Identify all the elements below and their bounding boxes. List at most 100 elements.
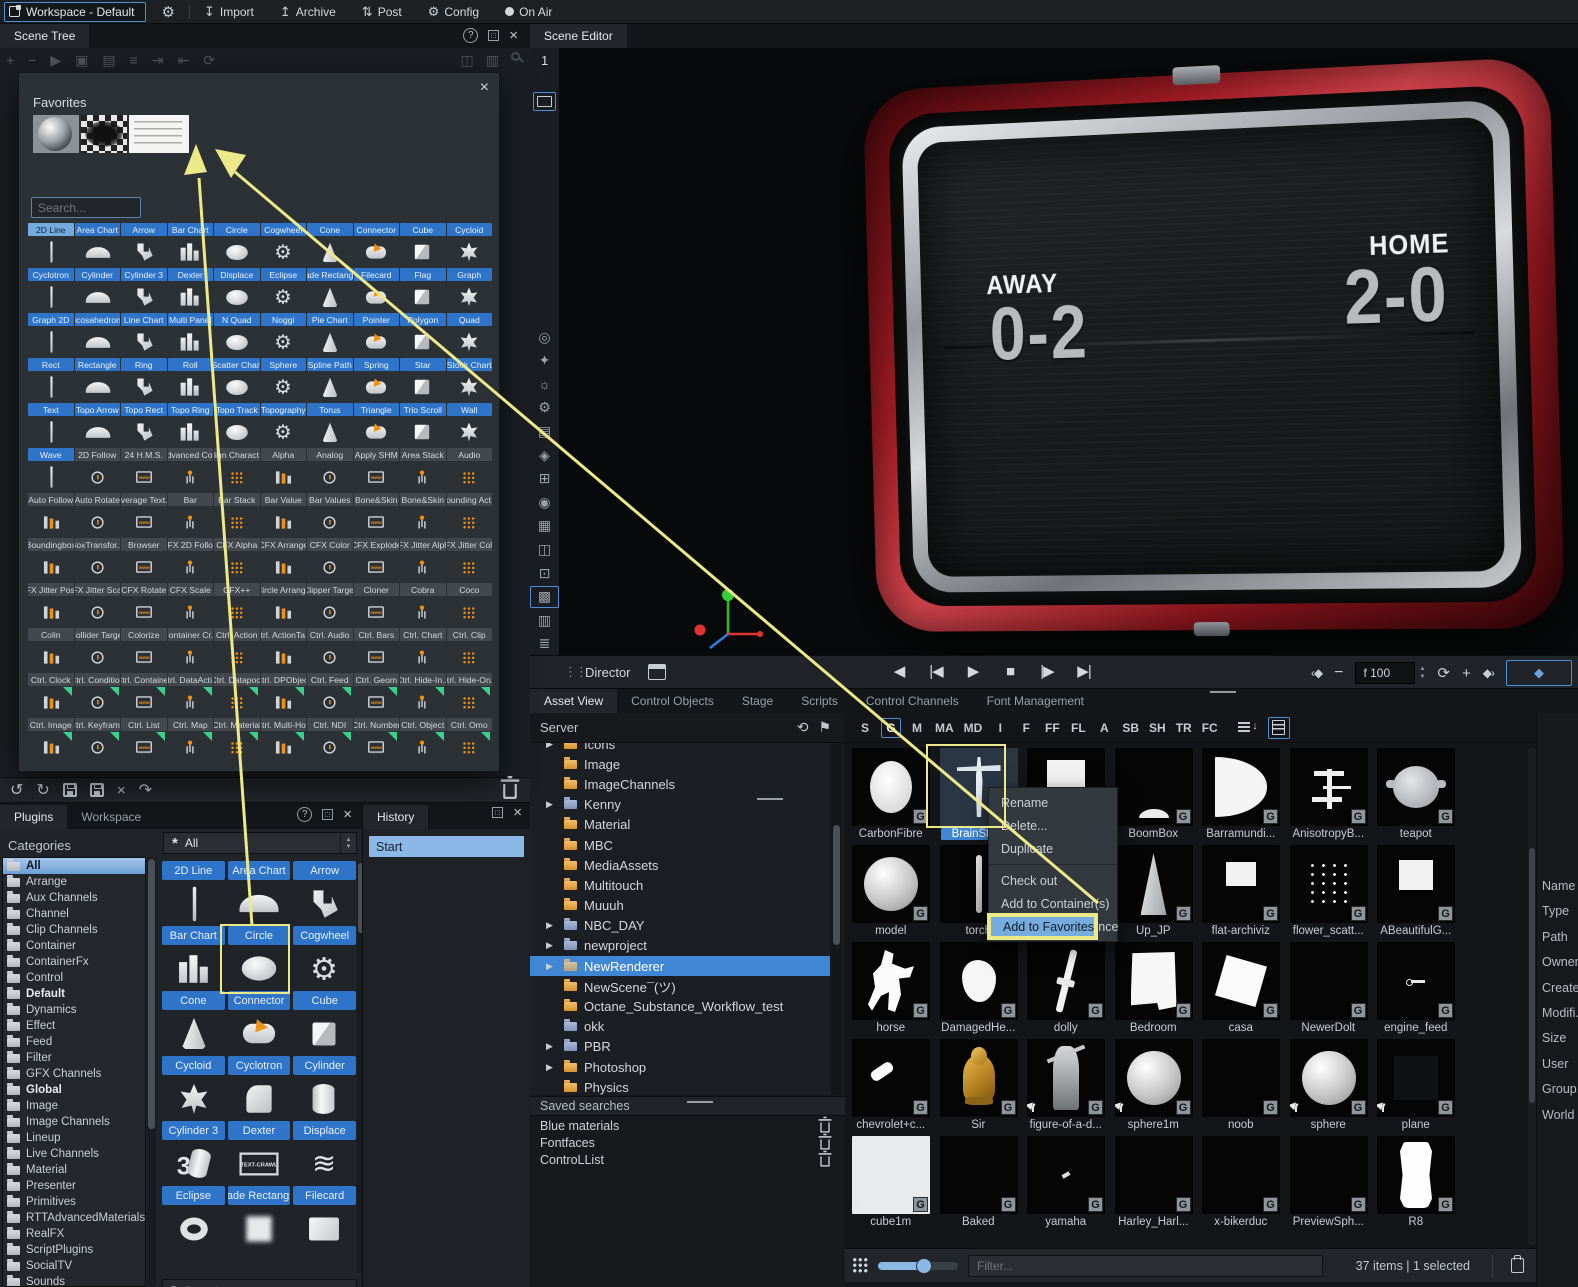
sort-icon[interactable] <box>1238 722 1254 734</box>
help-icon[interactable]: ? <box>297 807 312 822</box>
expand-arrow-icon[interactable]: ▶ <box>546 940 553 951</box>
plugin-icon-boundingbox[interactable] <box>28 552 74 582</box>
window-icon[interactable]: ◫ <box>530 538 559 560</box>
tab-scene-tree[interactable]: Scene Tree <box>0 24 89 48</box>
tab-control-channels[interactable]: Control Channels <box>852 689 973 713</box>
asset-thumbnail[interactable]: G <box>1290 748 1368 826</box>
tab-history[interactable]: History <box>363 805 428 829</box>
plugin-icon-cfx-explode[interactable] <box>353 552 399 582</box>
tab-workspace[interactable]: Workspace <box>67 805 155 829</box>
plugin-chip-cycloid[interactable]: Cycloid <box>162 1056 225 1075</box>
plugin-icon-torus[interactable] <box>306 417 352 447</box>
plugin-chip-cfx-alpha[interactable]: CFX Alpha <box>214 538 260 551</box>
plugin-icon-spring[interactable] <box>353 372 399 402</box>
plugin-chip-cogwheel[interactable]: Cogwheel <box>293 926 356 945</box>
tree-folder-multitouch[interactable]: Multitouch <box>530 875 830 895</box>
asset-figure-of-a-d[interactable]: Gfigure-of-a-d... <box>1022 1039 1110 1136</box>
save-icon[interactable] <box>63 783 77 797</box>
plugin-chip-graph-2d[interactable]: Graph 2D <box>28 313 74 326</box>
category-item-channel[interactable]: Channel <box>3 906 145 922</box>
plugin-chip-browser[interactable]: Browser <box>121 538 167 551</box>
asset-thumbnail[interactable]: G <box>1027 1136 1105 1214</box>
plugin-chip-clipper-target[interactable]: Clipper Target <box>307 583 353 596</box>
plugin-chip-bar-value[interactable]: Bar Value <box>261 493 307 506</box>
workspace-selector-button[interactable]: Workspace - Default <box>4 2 146 22</box>
asset-thumbnail[interactable]: G <box>1202 1039 1280 1117</box>
tab-asset-view[interactable]: Asset View <box>530 689 617 713</box>
filter-letter-fc[interactable]: FC <box>1200 718 1220 738</box>
category-item-effect[interactable]: Effect <box>3 1018 145 1034</box>
expand-arrow-icon[interactable]: ▶ <box>546 1062 553 1073</box>
close-icon[interactable]: × <box>343 809 352 820</box>
plugin-chip-dexter[interactable]: Dexter <box>228 1121 291 1140</box>
plugin-chip-n-quad[interactable]: N Quad <box>214 313 260 326</box>
plugin-icon-cloner[interactable] <box>353 597 399 627</box>
history-item-start[interactable]: Start <box>369 836 524 857</box>
close-icon[interactable]: × <box>513 807 522 818</box>
plugin-chip-circle[interactable]: Circle <box>228 926 291 945</box>
plugin-chip-icosahedron[interactable]: Icosahedron <box>75 313 121 326</box>
popup-search-input[interactable] <box>31 197 141 218</box>
clapper-lock-icon[interactable] <box>648 664 666 680</box>
category-item-live-channels[interactable]: Live Channels <box>3 1146 145 1162</box>
plugin-chip-topo-track[interactable]: Topo Track <box>214 403 260 416</box>
topbar-item-on-air[interactable]: On Air <box>505 4 552 20</box>
asset-sphere[interactable]: Gsphere <box>1285 1039 1373 1136</box>
plugin-icon-filecard[interactable] <box>291 1207 356 1250</box>
tree-folder-newrenderer[interactable]: ▶NewRenderer <box>530 956 830 976</box>
asset-boombox[interactable]: GBoomBox <box>1110 748 1198 845</box>
plugin-chip-cube[interactable]: Cube <box>400 223 446 236</box>
plugin-icon-cfx-2d-follow[interactable] <box>167 552 213 582</box>
plugin-icon-graph[interactable] <box>446 282 492 312</box>
camera-icon[interactable]: ◎ <box>530 326 559 348</box>
expand-arrow-icon[interactable]: ▶ <box>546 1041 553 1052</box>
plugin-chip-wave[interactable]: Wave <box>28 448 74 461</box>
splitter-handle[interactable] <box>687 1101 713 1103</box>
plugin-chip-cylinder-3[interactable]: Cylinder 3 <box>162 1121 225 1140</box>
plugin-chip-ctrl-action[interactable]: Ctrl. Action <box>214 628 260 641</box>
plugin-icon-filecard[interactable] <box>353 282 399 312</box>
plugin-chip-audio[interactable]: Audio <box>447 448 493 461</box>
asset-thumbnail[interactable]: G <box>1290 1136 1368 1214</box>
plugin-chip-ctrl-clock[interactable]: Ctrl. Clock <box>28 673 74 686</box>
filter-letter-s[interactable]: S <box>855 718 875 738</box>
plugin-icon-24-h-m-s[interactable] <box>121 462 167 492</box>
tree-folder-icons[interactable]: ▶Icons <box>530 743 830 754</box>
filter-letter-a[interactable]: A <box>1094 718 1114 738</box>
plugin-category-dropdown[interactable]: * All ▲▼ <box>163 832 357 854</box>
plugin-chip-ctrl-condition[interactable]: Ctrl. Condition <box>75 673 121 686</box>
category-item-image-channels[interactable]: Image Channels <box>3 1114 145 1130</box>
plugin-icon-bar-chart[interactable] <box>162 947 227 990</box>
asset-thumbnail[interactable]: G <box>852 748 930 826</box>
plugin-chip-arrow[interactable]: Arrow <box>121 223 167 236</box>
asset-horse[interactable]: Ghorse <box>847 942 935 1039</box>
category-item-lineup[interactable]: Lineup <box>3 1130 145 1146</box>
plugin-chip-bar-chart[interactable]: Bar Chart <box>162 926 225 945</box>
asset-flower-scatt[interactable]: Gflower_scatt... <box>1285 845 1373 942</box>
menu-item-duplicate[interactable]: Duplicate <box>989 837 1117 860</box>
trash-icon[interactable] <box>503 784 517 799</box>
frame-field[interactable] <box>1355 662 1415 684</box>
plugin-chip-cfx-2d-follow[interactable]: CFX 2D Follow <box>168 538 214 551</box>
plugin-icon-pointer[interactable] <box>353 327 399 357</box>
category-item-gfx-channels[interactable]: GFX Channels <box>3 1066 145 1082</box>
plugin-icon-cfx-jitter-alpha[interactable] <box>399 552 445 582</box>
asset-filter-input[interactable] <box>968 1255 1323 1277</box>
asset-harley-harl[interactable]: GHarley_Harl... <box>1110 1136 1198 1233</box>
asset-abeautifulg[interactable]: GABeautifulG... <box>1372 845 1460 942</box>
asset-bedroom[interactable]: GBedroom <box>1110 942 1198 1039</box>
next-keyframe-icon[interactable]: ◆› <box>1483 666 1494 680</box>
tree-folder-imagechannels[interactable]: ImageChannels <box>530 774 830 794</box>
plugin-icon-cobra[interactable] <box>399 597 445 627</box>
plugin-icon-average-text[interactable] <box>121 507 167 537</box>
plugin-chip-displace[interactable]: Displace <box>214 268 260 281</box>
category-item-filter[interactable]: Filter <box>3 1050 145 1066</box>
plugin-chip-analog[interactable]: Analog <box>307 448 353 461</box>
plugin-icon-cube[interactable] <box>399 237 445 267</box>
plugin-icon-topography[interactable] <box>260 417 306 447</box>
clipboard-icon[interactable] <box>1511 1258 1524 1273</box>
plugin-chip-advanced-co[interactable]: Advanced Co... <box>168 448 214 461</box>
discard-icon[interactable]: × <box>117 782 126 799</box>
sidebar-field-world[interactable]: World <box>1542 1108 1574 1122</box>
plugin-icon-ctrl-clock[interactable] <box>28 687 74 717</box>
